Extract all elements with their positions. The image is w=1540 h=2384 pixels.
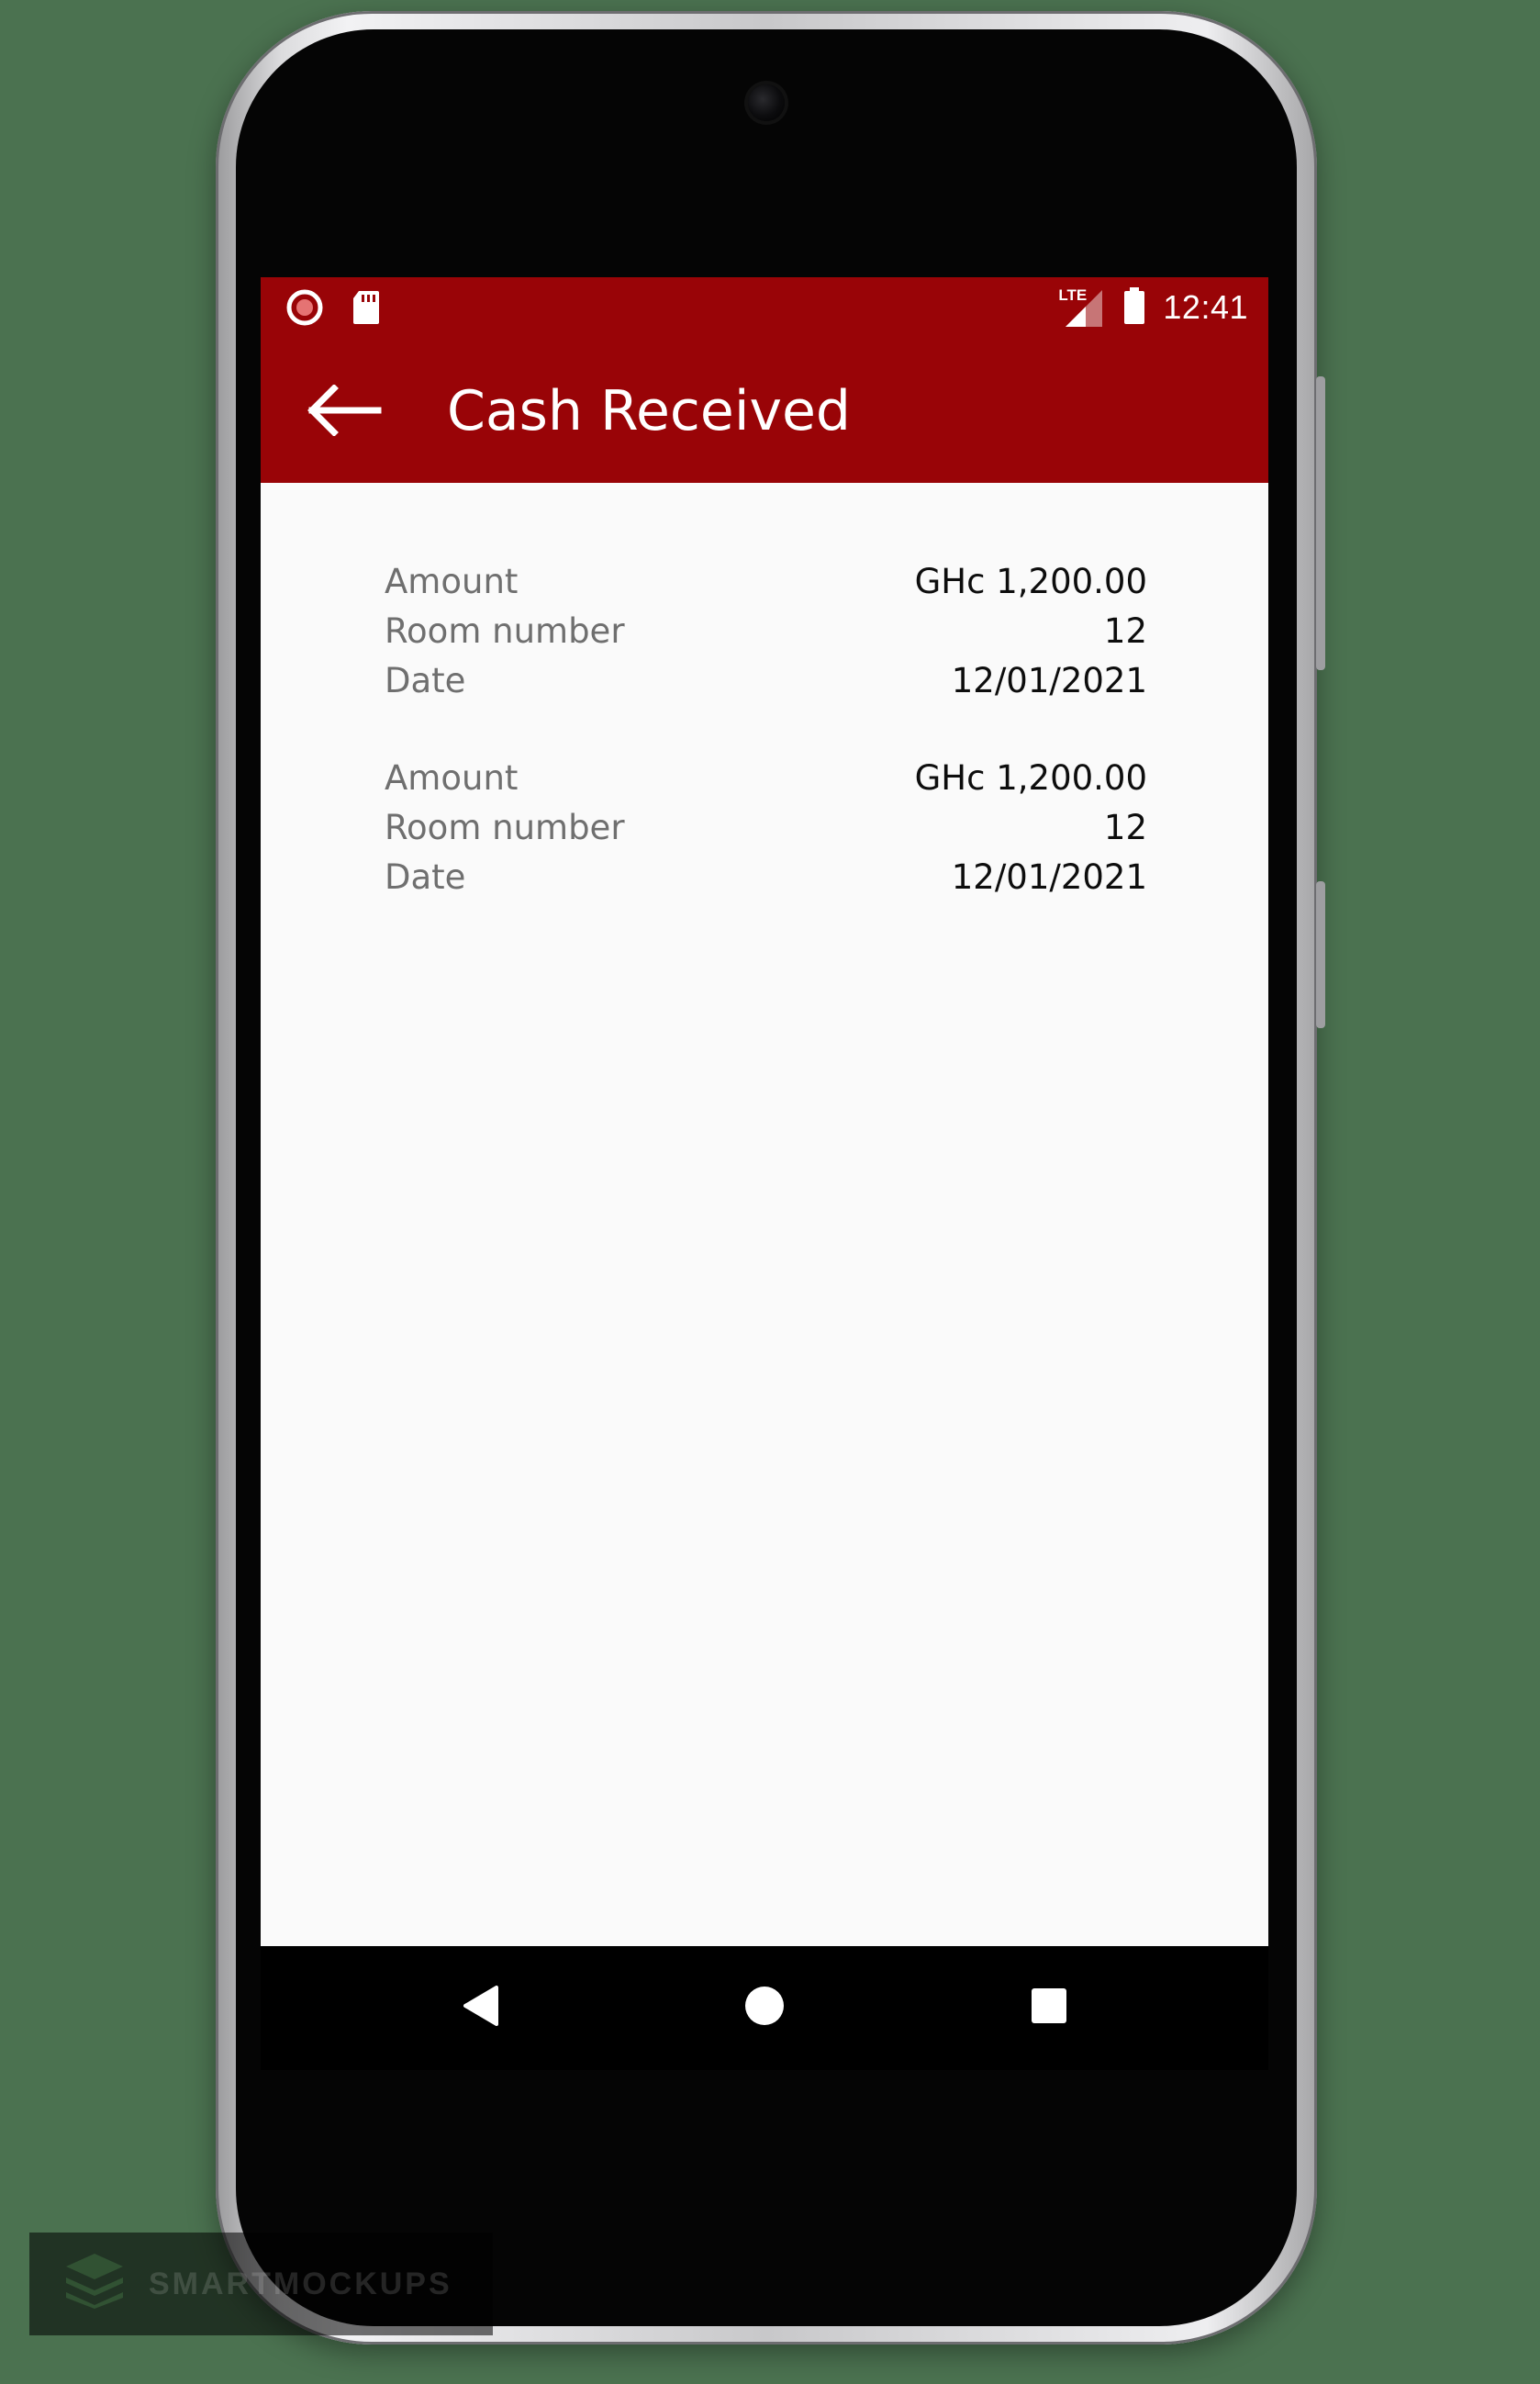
home-circle-icon — [743, 1985, 786, 2031]
lte-label: LTE — [1058, 286, 1088, 304]
nav-recents-button[interactable] — [1017, 1975, 1081, 2040]
volume-button — [1316, 376, 1325, 670]
back-button[interactable] — [297, 371, 389, 453]
phone-screen: LTE 12:41 Cash Received Amount GHc 1,200… — [261, 277, 1268, 1946]
status-bar: LTE 12:41 — [261, 277, 1268, 338]
system-nav-bar — [261, 1946, 1268, 2070]
list-item[interactable]: Amount GHc 1,200.00 Room number 12 Date … — [385, 753, 1147, 901]
room-value: 12 — [1103, 611, 1147, 651]
recents-square-icon — [1030, 1987, 1068, 2030]
status-left-icons — [285, 288, 381, 331]
nav-home-button[interactable] — [732, 1975, 797, 2040]
room-label: Room number — [385, 611, 625, 651]
amount-label: Amount — [385, 758, 519, 798]
battery-icon — [1122, 286, 1146, 330]
room-row: Room number 12 — [385, 606, 1147, 655]
amount-label: Amount — [385, 562, 519, 601]
sd-card-icon — [352, 289, 381, 330]
page-title: Cash Received — [447, 379, 852, 443]
amount-value: GHc 1,200.00 — [914, 758, 1147, 798]
room-row: Room number 12 — [385, 802, 1147, 852]
power-button — [1316, 881, 1325, 1028]
date-row: Date 12/01/2021 — [385, 655, 1147, 705]
record-icon — [285, 288, 324, 331]
watermark: SMARTMOCKUPS — [29, 2233, 493, 2335]
watermark-logo-icon — [62, 2252, 127, 2317]
amount-row: Amount GHc 1,200.00 — [385, 556, 1147, 606]
front-camera — [748, 84, 785, 121]
room-value: 12 — [1103, 808, 1147, 847]
lte-signal-icon: LTE — [1058, 286, 1106, 329]
cash-received-list: Amount GHc 1,200.00 Room number 12 Date … — [261, 483, 1268, 1946]
list-item[interactable]: Amount GHc 1,200.00 Room number 12 Date … — [385, 556, 1147, 705]
date-value: 12/01/2021 — [951, 661, 1147, 700]
date-label: Date — [385, 857, 466, 897]
status-time: 12:41 — [1163, 288, 1248, 326]
status-right-icons: LTE 12:41 — [1058, 286, 1248, 329]
nav-back-button[interactable] — [448, 1975, 512, 2040]
room-label: Room number — [385, 808, 625, 847]
amount-value: GHc 1,200.00 — [914, 562, 1147, 601]
date-label: Date — [385, 661, 466, 700]
back-triangle-icon — [460, 1984, 500, 2032]
app-bar: Cash Received — [261, 338, 1268, 483]
arrow-left-icon — [305, 383, 382, 441]
watermark-text: SMARTMOCKUPS — [149, 2266, 452, 2301]
amount-row: Amount GHc 1,200.00 — [385, 753, 1147, 802]
date-value: 12/01/2021 — [951, 857, 1147, 897]
date-row: Date 12/01/2021 — [385, 852, 1147, 901]
